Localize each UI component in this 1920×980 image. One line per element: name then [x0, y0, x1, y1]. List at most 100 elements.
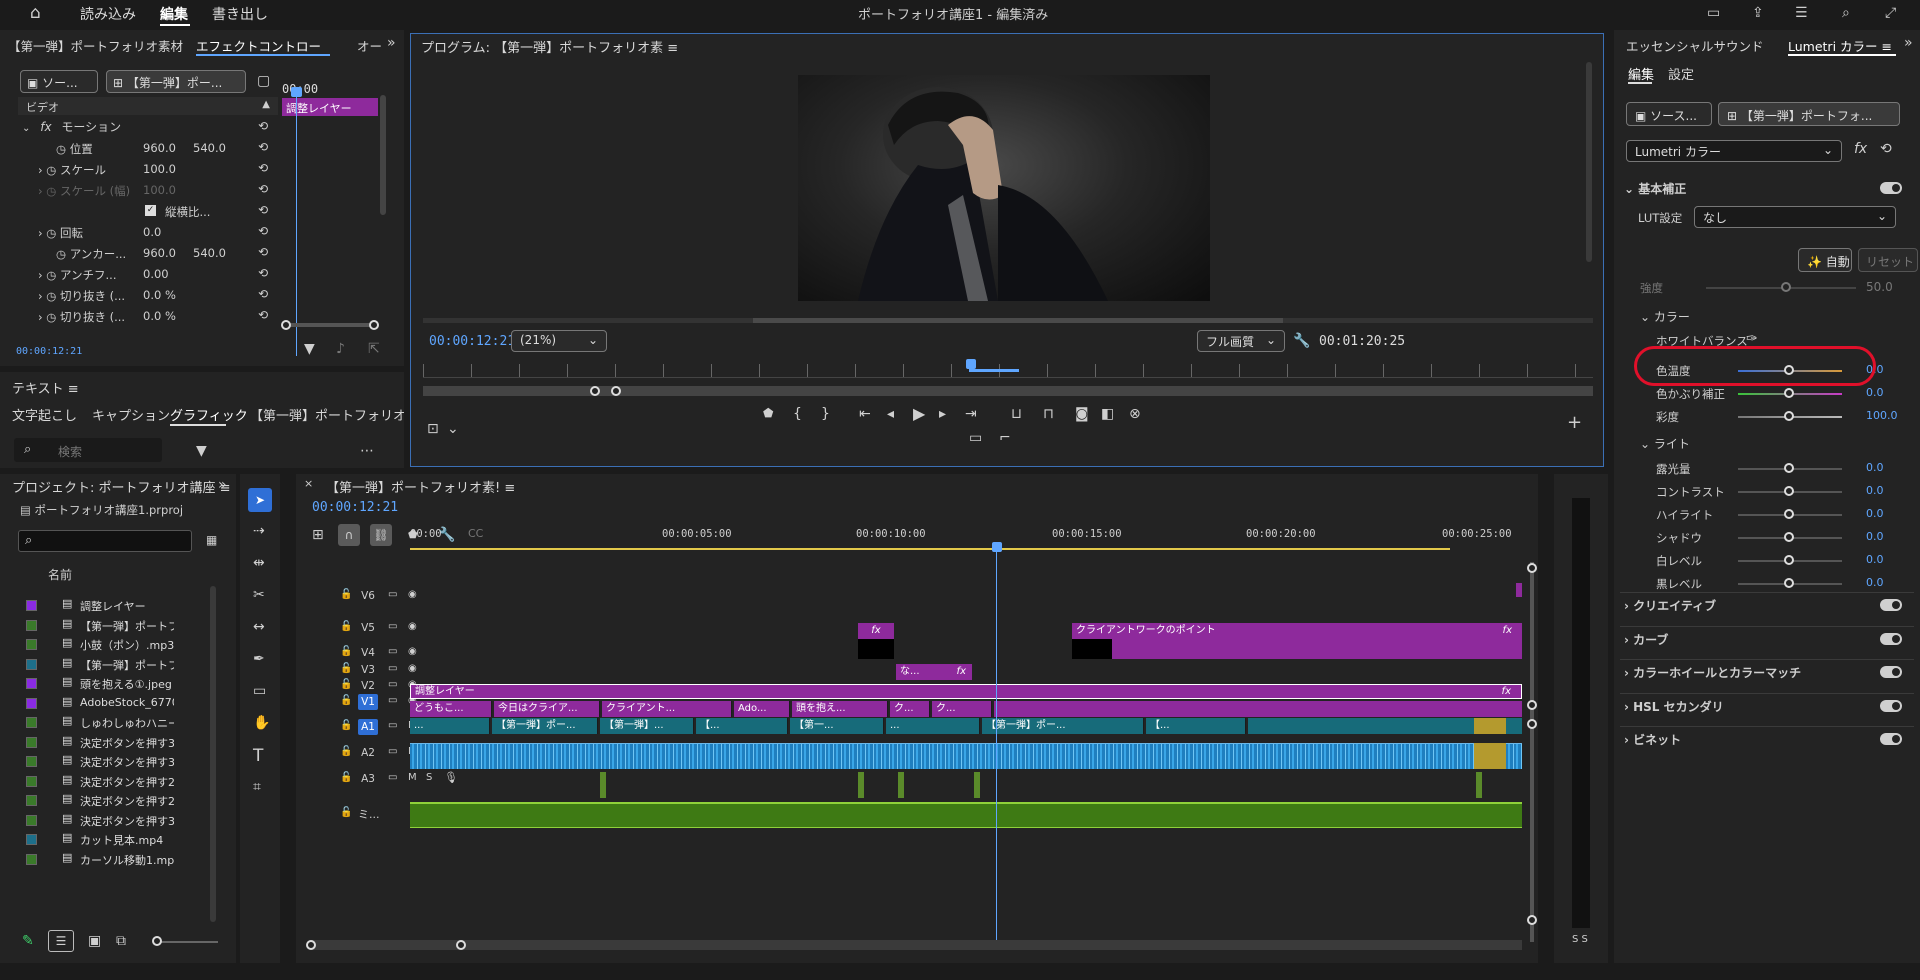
label-color-swatch[interactable] [26, 795, 37, 806]
solo-icon[interactable]: S [426, 773, 432, 783]
scroll-knob[interactable] [1527, 700, 1537, 710]
v2-clip[interactable]: Ado... [734, 701, 790, 717]
stopwatch-icon[interactable]: ◷ [56, 247, 70, 261]
color-section-header[interactable]: ⌄ カラー [1640, 308, 1690, 325]
tab-audio[interactable]: オー [357, 36, 382, 55]
auto-reframe-icon[interactable]: ⌗ [253, 780, 261, 794]
zoom-handle-right[interactable] [369, 320, 379, 330]
v1-clip[interactable]: ... [886, 718, 980, 734]
project-item[interactable]: ▤ 決定ボタンを押す3. [18, 733, 174, 752]
new-bin-icon[interactable]: ▦ [206, 534, 217, 546]
color-value[interactable]: 100.0 [1866, 409, 1898, 422]
reset-icon[interactable]: ⟲ [258, 225, 268, 237]
a2-audio-clip[interactable] [1476, 772, 1482, 798]
project-item[interactable]: ▤ 決定ボタンを押す3. [18, 752, 174, 771]
linked-selection-button[interactable]: ⛓ [370, 524, 392, 546]
list-view-button[interactable]: ☰ [48, 930, 74, 952]
track-label-a3[interactable]: A3 [358, 771, 378, 787]
timeline-timecode[interactable]: 00:00:12:21 [312, 500, 398, 515]
pen-icon[interactable]: ✒ [253, 652, 265, 666]
label-color-swatch[interactable] [26, 717, 37, 728]
extract-icon[interactable]: ⊓ [1043, 407, 1054, 421]
track-label-v4[interactable]: V4 [358, 645, 378, 661]
stopwatch-icon[interactable]: ◷ [46, 163, 60, 177]
play-icon[interactable]: ▶ [913, 406, 925, 422]
collapse-up-icon[interactable]: ▲ [262, 99, 270, 110]
label-color-swatch[interactable] [26, 639, 37, 650]
reset-motion-icon[interactable]: ⟲ [258, 120, 268, 132]
lock-icon[interactable]: 🔓 [340, 773, 352, 783]
section-toggle[interactable] [1880, 733, 1902, 745]
rectangle-icon[interactable]: ▭ [253, 684, 266, 698]
go-to-in-icon[interactable]: ⇤ [859, 407, 871, 421]
a1-selected-clip[interactable] [1474, 743, 1506, 769]
track-output-icon[interactable]: ▭ [388, 590, 397, 600]
v1-clip[interactable] [1248, 718, 1474, 734]
panel-layout-icon[interactable]: ▢ [257, 74, 270, 88]
pencil-icon[interactable]: ✎ [22, 934, 34, 948]
project-item[interactable]: ▤ カーソル移動1.mp3 [18, 850, 174, 869]
lock-icon[interactable]: 🔓 [340, 721, 352, 731]
hand-icon[interactable]: ✋ [253, 716, 270, 730]
uniform-scale-checkbox[interactable]: ✓ [145, 205, 156, 216]
more-icon[interactable]: ⋯ [360, 444, 374, 458]
project-item[interactable]: ▤ 決定ボタンを押す22 [18, 791, 174, 810]
progress-icon[interactable]: ☰ [1795, 6, 1808, 20]
project-item[interactable]: ▤ 頭を抱える①.jpeg [18, 674, 174, 693]
nest-icon[interactable]: ⊞ [312, 528, 324, 542]
color-slider-knob[interactable] [1784, 411, 1794, 421]
vr-icon[interactable]: ⊗ [1129, 407, 1141, 421]
mark-in-icon[interactable]: { [793, 407, 802, 421]
tab-graphics[interactable]: グラフィック [170, 405, 248, 424]
section-header[interactable]: › クリエイティブ [1624, 597, 1716, 614]
v1-clip[interactable] [1506, 718, 1522, 734]
section-toggle[interactable] [1880, 700, 1902, 712]
a1-audio-clips[interactable] [410, 743, 1522, 769]
label-color-swatch[interactable] [26, 834, 37, 845]
reset-icon[interactable]: ⟲ [258, 141, 268, 153]
subtab-settings[interactable]: 設定 [1668, 64, 1694, 83]
export-icon[interactable]: ⇱ [368, 342, 380, 356]
v1-selected-clip[interactable] [1474, 718, 1506, 734]
light-slider-knob[interactable] [1784, 578, 1794, 588]
v2-clip[interactable]: ク... [932, 701, 992, 717]
source-button[interactable]: ▣ ソー... [20, 70, 98, 93]
track-label-a1[interactable]: A1 [358, 719, 378, 735]
project-item[interactable]: ▤ 【第一弾】ポートフ... [18, 655, 174, 674]
scroll-knob[interactable] [1527, 563, 1537, 573]
label-color-swatch[interactable] [26, 775, 37, 787]
light-slider-knob[interactable] [1784, 509, 1794, 519]
program-video-frame[interactable] [798, 75, 1210, 301]
track-output-icon[interactable]: ▭ [388, 647, 397, 657]
label-color-swatch[interactable] [26, 814, 37, 826]
mute-icon[interactable]: M [408, 773, 417, 783]
reset-icon[interactable]: ⟲ [258, 246, 268, 258]
freeform-view-icon[interactable]: ⧉ [116, 934, 126, 948]
label-color-swatch[interactable] [26, 678, 37, 689]
light-value[interactable]: 0.0 [1866, 484, 1884, 497]
selection-tool-icon[interactable]: ➤ [248, 488, 272, 512]
step-back-icon[interactable]: ◂ [887, 407, 894, 421]
timeline-zoom-bar[interactable] [312, 940, 1522, 950]
v2-clip[interactable]: ク... [890, 701, 930, 717]
v3-adjustment-clip[interactable]: 調整レイヤー fx [410, 684, 1522, 699]
chevron-down-icon[interactable]: ⌄ [22, 123, 30, 134]
more-tabs-icon[interactable]: » [387, 36, 396, 50]
zoom-handle-left[interactable] [306, 940, 316, 950]
reset-icon[interactable]: ⟲ [258, 162, 268, 174]
prop-crop-1[interactable]: › ◷ 切り抜き (... [38, 288, 125, 304]
track-label-v5[interactable]: V5 [358, 620, 378, 636]
stopwatch-icon[interactable]: ◷ [46, 310, 60, 324]
menu-export[interactable]: 書き出し [212, 4, 268, 24]
project-item[interactable]: ▤ 決定ボタンを押す22 [18, 772, 174, 791]
section-toggle[interactable] [1880, 633, 1902, 645]
zoom-handle-right[interactable] [611, 386, 621, 396]
light-value[interactable]: 0.0 [1866, 553, 1884, 566]
reset-icon[interactable]: ⟲ [258, 288, 268, 300]
v1-clip[interactable]: 【... [696, 718, 788, 734]
prop-position-x[interactable]: 960.0 [143, 141, 176, 155]
light-value[interactable]: 0.0 [1866, 576, 1884, 589]
track-output-icon[interactable]: ▭ [388, 680, 397, 690]
project-scrollbar[interactable] [210, 586, 216, 922]
eyedropper-icon[interactable]: ✑ [1746, 332, 1758, 346]
